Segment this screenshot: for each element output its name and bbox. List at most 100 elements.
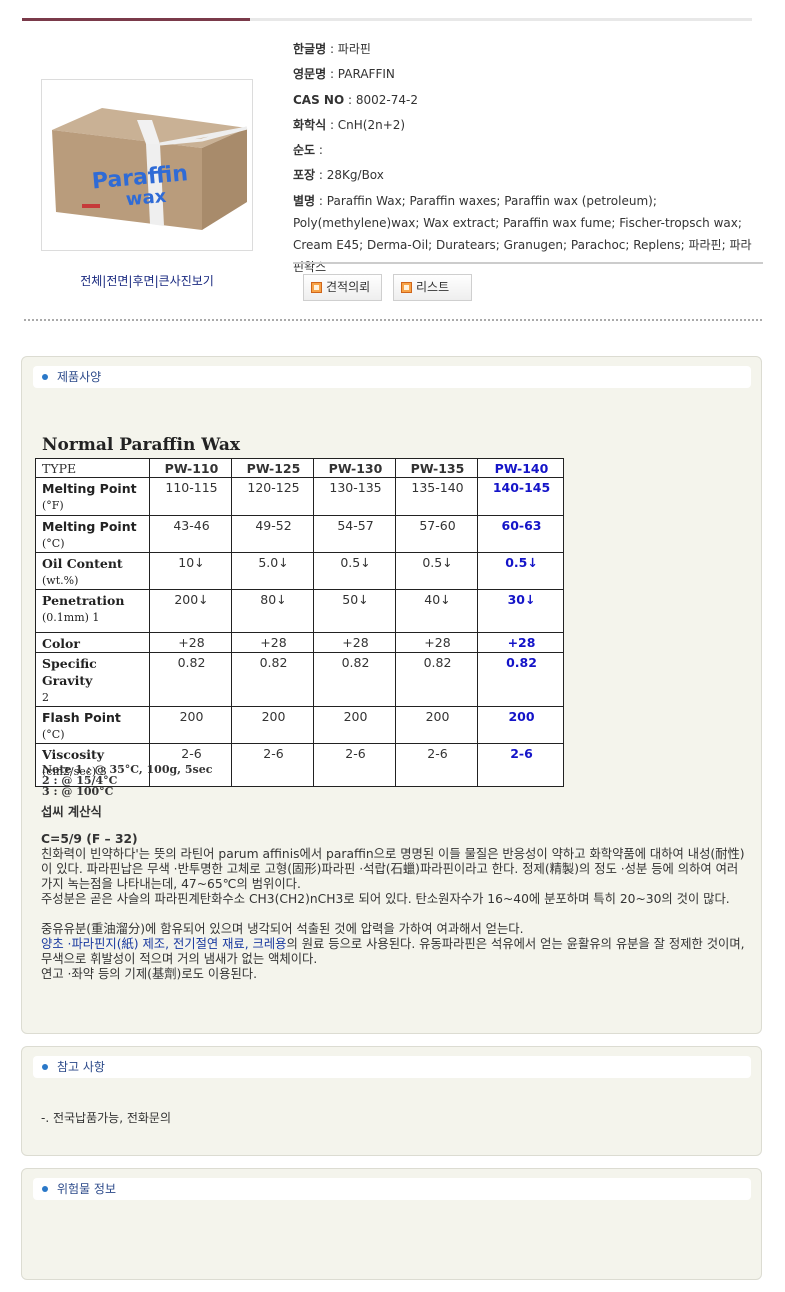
spec-row-label: Specific Gravity: [42, 656, 97, 688]
quote-request-button[interactable]: 견적의뢰: [303, 274, 382, 301]
info-name-kr: 한글명 : 파라핀: [293, 42, 371, 56]
info-value: 파라핀: [337, 42, 371, 56]
spec-cell: 60-63: [477, 515, 564, 553]
info-label: CAS NO: [293, 92, 345, 107]
dotted-divider: [24, 319, 762, 321]
reference-panel: 참고 사항 -. 전국납품가능, 전화문의: [21, 1046, 762, 1156]
info-value: CnH(2n+2): [337, 117, 406, 132]
spec-row-label: Melting Point: [42, 519, 137, 534]
description-para: 중유유분(重油溜分)에 함유되어 있으며 냉각되어 석출된 것에 압력을 가하여…: [41, 922, 524, 936]
description: 섭씨 계산식 C=5/9 (F – 32) 친화력이 빈약하다'는 뜻의 라틴어…: [41, 805, 753, 982]
spec-row-unit: (0.1mm) 1: [42, 611, 100, 624]
info-alias: 별명 : Paraffin Wax; Paraffin waxes; Paraf…: [293, 193, 752, 274]
spec-cell: 43-46: [149, 515, 232, 553]
spec-cell: 54-57: [313, 515, 396, 553]
celsius-heading: 섭씨 계산식: [41, 805, 102, 819]
info-label: 별명: [293, 193, 316, 208]
bullet-icon: [42, 1064, 48, 1070]
spec-column-header: PW-140: [477, 458, 564, 478]
spec-row-header: Melting Point (°F): [35, 477, 150, 516]
list-button-label: 리스트: [416, 280, 450, 294]
spec-row-header: Specific Gravity 2: [35, 652, 150, 707]
info-label: 순도: [293, 143, 316, 158]
spec-cell: 10↓: [149, 552, 232, 590]
spec-cell: 50↓: [313, 589, 396, 633]
info-label: 화학식: [293, 117, 327, 132]
usage-highlight: 양초 ·파라핀지(紙) 제조, 전기절연 재료, 크레용: [41, 937, 287, 951]
spec-row-label: Flash Point: [42, 710, 121, 725]
product-info: 한글명 : 파라핀 영문명 : PARAFFIN CAS NO : 8002-7…: [293, 38, 755, 278]
view-large-link[interactable]: 큰사진보기: [159, 274, 214, 288]
info-divider: [293, 262, 763, 264]
quote-icon: [311, 282, 322, 293]
spec-row-header: Melting Point (°C): [35, 515, 150, 553]
spec-row-label: Viscosity: [42, 747, 105, 762]
spec-cell: 0.5↓: [395, 552, 478, 590]
spec-cell: 0.5↓: [313, 552, 396, 590]
spec-row-header: Oil Content (wt.%): [35, 552, 150, 590]
spec-cell: 57-60: [395, 515, 478, 553]
info-name-en: 영문명 : PARAFFIN: [293, 67, 395, 82]
spec-cell: 2-6: [313, 743, 396, 787]
spec-cell: 0.82: [477, 652, 564, 707]
spec-cell: 110-115: [149, 477, 232, 516]
spec-column-header: PW-110: [149, 458, 232, 478]
spec-row: Color +28 +28 +28 +28 +28: [35, 632, 564, 653]
info-cas: CAS NO : 8002-74-2: [293, 92, 418, 107]
info-value: 8002-74-2: [355, 92, 418, 107]
top-divider-accent: [22, 18, 250, 21]
product-image[interactable]: Paraffin wax: [41, 79, 253, 251]
info-label: 영문명: [293, 67, 327, 82]
description-para: 친화력이 빈약하다'는 뜻의 라틴어 parum affinis에서 paraf…: [41, 847, 745, 891]
spec-cell: 130-135: [313, 477, 396, 516]
paraffin-box-illustration: Paraffin wax: [42, 80, 252, 250]
spec-cell: 5.0↓: [231, 552, 314, 590]
reference-text: -. 전국납품가능, 전화문의: [41, 1111, 171, 1125]
spec-header-row: TYPE PW-110 PW-125 PW-130 PW-135 PW-140: [35, 458, 564, 478]
list-button[interactable]: 리스트: [393, 274, 472, 301]
info-label: 한글명: [293, 42, 327, 56]
description-para: 양초 ·파라핀지(紙) 제조, 전기절연 재료, 크레용의 원료 등으로 사용된…: [41, 937, 753, 967]
info-value: 28Kg/Box: [326, 168, 384, 183]
spec-cell: 135-140: [395, 477, 478, 516]
spec-row: Flash Point (°C) 200 200 200 200 200: [35, 706, 564, 744]
spec-row-header: Flash Point (°C): [35, 706, 150, 744]
hazard-panel: 위험물 정보: [21, 1168, 762, 1280]
spec-cell: 120-125: [231, 477, 314, 516]
spec-row: Melting Point (°F) 110-115 120-125 130-135 13…: [35, 477, 564, 516]
spec-row-label: Melting Point: [42, 481, 137, 496]
view-all-link[interactable]: 전체: [80, 274, 102, 288]
view-back-link[interactable]: 후면: [132, 274, 154, 288]
view-front-link[interactable]: 전면: [106, 274, 128, 288]
spec-cell: 0.82: [395, 652, 478, 707]
spec-cell: 0.82: [231, 652, 314, 707]
spec-cell: 140-145: [477, 477, 564, 516]
info-value: PARAFFIN: [337, 67, 395, 82]
spec-row-unit: (°C): [42, 537, 65, 550]
spec-cell: 30↓: [477, 589, 564, 633]
spec-row-unit: (°C): [42, 728, 65, 741]
info-purity: 순도 :: [293, 143, 323, 158]
spec-table-title: Normal Paraffin Wax: [42, 435, 240, 455]
spec-cell: +28: [477, 632, 564, 653]
hazard-panel-title: 위험물 정보: [57, 1182, 117, 1196]
spec-cell: +28: [395, 632, 478, 653]
spec-row-label: Color: [42, 636, 80, 651]
spec-table: TYPE PW-110 PW-125 PW-130 PW-135 PW-140 Meltin…: [35, 458, 564, 787]
info-formula: 화학식 : CnH(2n+2): [293, 117, 406, 132]
spec-cell: 2-6: [395, 743, 478, 787]
spec-row: Penetration (0.1mm) 1 200↓ 80↓ 50↓ 40↓ 30↓: [35, 589, 564, 633]
info-label: 포장: [293, 168, 316, 183]
celsius-formula: C=5/9 (F – 32): [41, 832, 138, 846]
spec-row-label: Oil Content: [42, 556, 123, 571]
spec-type-header: TYPE: [35, 458, 150, 478]
hazard-panel-header: 위험물 정보: [33, 1178, 751, 1200]
spec-row-header: Color: [35, 632, 150, 653]
spec-cell: 0.5↓: [477, 552, 564, 590]
spec-cell: 200↓: [149, 589, 232, 633]
reference-panel-title: 참고 사항: [57, 1060, 105, 1074]
reference-panel-header: 참고 사항: [33, 1056, 751, 1078]
spec-cell: 200: [149, 706, 232, 744]
spec-panel-header: 제품사양: [33, 366, 751, 388]
spec-notes: Note 1 : @ 35°C, 100g, 5sec 2 : @ 15/4°C…: [42, 764, 212, 798]
